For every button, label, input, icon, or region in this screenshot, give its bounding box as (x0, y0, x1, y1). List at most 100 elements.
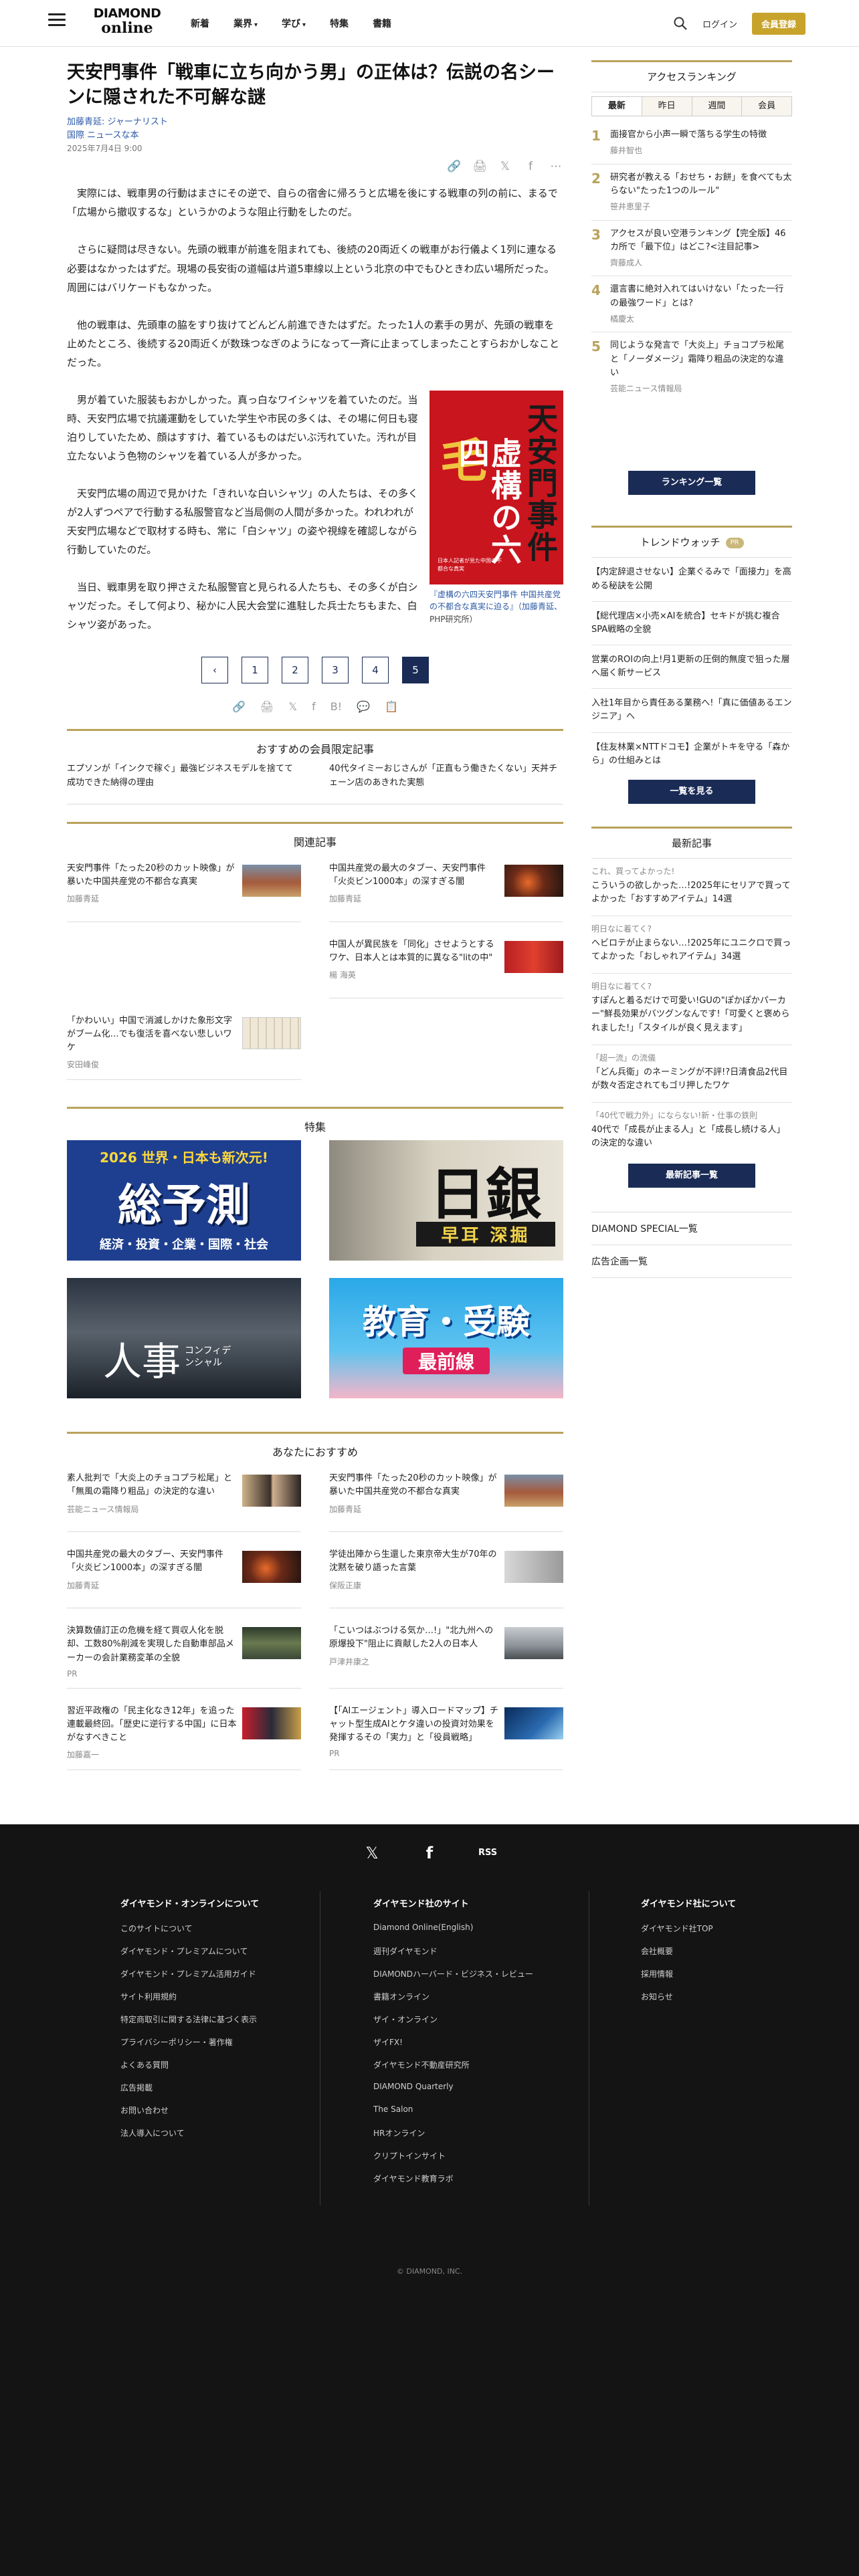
ranking-item[interactable]: 5 同じような発言で「大炎上」チョコプラ松尾と「ノーダメージ」霜降り粗品の決定的な… (591, 332, 792, 401)
related-card[interactable]: 中国人が異民族を「同化」させようとするワケ、日本人とは本質的に異なる"litの中… (329, 932, 563, 998)
trend-item[interactable]: 【内定辞退させない】企業ぐるみで「面接力」を高める秘訣を公開 (591, 558, 792, 602)
recommend-card[interactable]: 習近平政権の「民主化なき12年」を追った連載最終回。「歴史に逆行する中国」に日本… (67, 1698, 301, 1771)
page-5-button-current[interactable]: 5 (402, 657, 429, 684)
footer-link[interactable]: クリプトインサイト (373, 2150, 574, 2173)
trend-item[interactable]: 【住友林業×NTTドコモ】企業がトキを守る「森から」の仕組みとは (591, 733, 792, 776)
line-share-icon[interactable]: 💬 (357, 700, 370, 713)
print-icon[interactable]: 🖨 (472, 159, 487, 174)
book-cover-image[interactable]: 毛 虚構の六四 天安門事件 日本人記者が見た中国の不都合な真実 (430, 390, 563, 584)
footer-link[interactable]: 広告掲載 (120, 2082, 294, 2105)
facebook-share-icon[interactable]: f (523, 159, 538, 174)
ranking-item[interactable]: 3 アクセスが良い空港ランキング【完全版】46カ所で「最下位」はどこ?<注目記事>… (591, 221, 792, 277)
trend-item[interactable]: 【総代理店×小売×AIを統合】セキドが挑む複合SPA戦略の全貌 (591, 602, 792, 645)
recommend-card[interactable]: 学徒出陣から生還した東京帝大生が70年の沈黙を破り語った言葉 保阪正康 (329, 1541, 563, 1609)
latest-item[interactable]: 明日なに着てく? ヘビロテが止まらない…!2025年にユニクロで買ってよかった「お… (591, 916, 792, 974)
join-button[interactable]: 会員登録 (751, 12, 805, 35)
page-2-button[interactable]: 2 (282, 657, 308, 684)
footer-link[interactable]: ダイヤモンド・プレミアムについて (120, 1945, 294, 1968)
footer-link[interactable]: ダイヤモンド・プレミアム活用ガイド (120, 1968, 294, 1991)
footer-link[interactable]: The Salon (373, 2105, 574, 2127)
hatena-bookmark-icon[interactable]: B! (330, 700, 342, 713)
link-copy-icon[interactable]: 🔗 (232, 700, 246, 713)
footer-link[interactable]: ザイ・オンライン (373, 2014, 574, 2036)
latest-item[interactable]: 明日なに着てく? すぽんと着るだけで可愛い!GUの"ぽかぽかパーカー"鮮長効果がバ… (591, 974, 792, 1045)
trend-item[interactable]: 営業のROIの向上!月1更新の圧倒的無度で狙った層へ届く新サービス (591, 645, 792, 689)
nav-books[interactable]: 書籍 (373, 17, 391, 30)
footer-link[interactable]: このサイトについて (120, 1923, 294, 1945)
feature-banner-education[interactable]: 教育・受験 最前線 (329, 1278, 563, 1399)
tab-weekly[interactable]: 週間 (692, 97, 743, 116)
recommend-card[interactable]: 【「AIエージェント」導入ロードマップ】チャット型生成AIとケタ違いの投資対効果… (329, 1698, 563, 1771)
rss-icon[interactable]: RSS (478, 1844, 497, 1862)
trend-item[interactable]: 入社1年目から責任ある業務へ!「真に価値あるエンジニア」へ (591, 689, 792, 733)
recommend-card[interactable]: 天安門事件「たった20秒のカット映像」が暴いた中国共産党の不都合な真実 加藤青延 (329, 1465, 563, 1533)
footer-link[interactable]: 会社概要 (641, 1945, 801, 1968)
page-3-button[interactable]: 3 (322, 657, 349, 684)
author-link[interactable]: 加藤青延: ジャーナリスト (67, 116, 563, 129)
ranking-list-button[interactable]: ランキング一覧 (628, 471, 755, 496)
facebook-share-icon[interactable]: f (312, 700, 316, 713)
ad-plan-link[interactable]: 広告企画一覧 (591, 1245, 792, 1279)
more-share-icon[interactable]: ⋯ (549, 159, 563, 174)
nav-industry[interactable]: 業界 ▾ (233, 17, 258, 30)
members-item[interactable]: 40代タイミーおじさんが「正直もう働きたくない」天丼チェーン店のあきれた実態 (329, 762, 563, 790)
x-share-icon[interactable]: 𝕏 (498, 159, 512, 174)
members-item[interactable]: エプソンが「インクで稼ぐ」最強ビジネスモデルを捨てて成功できた納得の理由 (67, 762, 301, 790)
recommend-card[interactable]: 「こいつはぶつける気か…!」"北九州への原爆投下"阻止に貢献した2人の日本人 戸津… (329, 1618, 563, 1689)
nav-learning[interactable]: 学び ▾ (282, 17, 306, 30)
login-link[interactable]: ログイン (702, 17, 737, 30)
footer-link[interactable]: 特定商取引に関する法律に基づく表示 (120, 2014, 294, 2036)
footer-link[interactable]: ダイヤモンド教育ラボ (373, 2173, 574, 2195)
search-icon[interactable] (673, 16, 688, 31)
nav-new[interactable]: 新着 (191, 17, 209, 30)
related-card[interactable]: 「かわいい」中国で消滅しかけた象形文字がブーム化…でも復活を喜べない悲しいワケ安… (67, 1008, 301, 1081)
footer-link[interactable]: サイト利用規約 (120, 1991, 294, 2014)
footer-link[interactable]: DIAMONDハーバード・ビジネス・レビュー (373, 1968, 574, 1991)
diamond-special-link[interactable]: DIAMOND SPECIAL一覧 (591, 1212, 792, 1246)
footer-link[interactable]: お知らせ (641, 1991, 801, 2014)
pagination-prev-button[interactable]: ‹ (201, 657, 228, 684)
recommend-card[interactable]: 中国共産党の最大のタブー、天安門事件「火炎ビン1000本」の深すぎる闇 加藤青延 (67, 1541, 301, 1609)
menu-icon[interactable] (48, 13, 66, 27)
ranking-item[interactable]: 2 研究者が教える「おせち・お餅」を食べても太らない"たった1つのルール" 笹井恵里… (591, 165, 792, 221)
footer-link[interactable]: 採用情報 (641, 1968, 801, 1991)
related-card[interactable]: 天安門事件「たった20秒のカット映像」が暴いた中国共産党の不都合な真実 加藤青延 (67, 855, 301, 922)
recommend-card[interactable]: 決算数値訂正の危機を経て買収人化を脱却、工数80%削減を実現した自動車部品メーカ… (67, 1618, 301, 1689)
feature-banner-boj[interactable]: 日銀 早耳 深掘 (329, 1140, 563, 1261)
footer-link[interactable]: HRオンライン (373, 2127, 574, 2150)
book-caption[interactable]: 『虚構の六四天安門事件 中国共産党の不都合な真実に迫る』（加藤青延、 PHP研究所… (430, 588, 563, 626)
clipboard-icon[interactable]: 📋 (385, 700, 398, 713)
latest-item[interactable]: 「40代で戦力外」にならない!新・仕事の鉄則 40代で「成長が止まる人」と「成長し… (591, 1103, 792, 1160)
x-icon[interactable]: 𝕏 (363, 1844, 381, 1862)
ranking-item[interactable]: 4 還言書に絶対入れてはいけない「たった一行の最強ワード」とは? 橘慶太 (591, 276, 792, 333)
print-icon[interactable]: 🖨 (260, 700, 274, 713)
trend-list-button[interactable]: 一覧を見る (628, 779, 755, 804)
footer-link[interactable]: DIAMOND Quarterly (373, 2082, 574, 2105)
ranking-item[interactable]: 1 面接官から小声一瞬で落ちる学生の特徴 藤井智也 (591, 122, 792, 165)
x-share-icon[interactable]: 𝕏 (288, 700, 297, 713)
tab-yesterday[interactable]: 昨日 (642, 97, 692, 116)
facebook-icon[interactable]: f (421, 1844, 438, 1862)
latest-list-button[interactable]: 最新記事一覧 (628, 1164, 755, 1188)
footer-link[interactable]: 週刊ダイヤモンド (373, 1945, 574, 1968)
nav-feature[interactable]: 特集 (330, 17, 349, 30)
tab-members[interactable]: 会員 (742, 97, 791, 116)
tab-latest[interactable]: 最新 (592, 97, 642, 116)
footer-link[interactable]: プライバシーポリシー・著作権 (120, 2036, 294, 2059)
recommend-card[interactable]: 素人批判で「大炎上のチョコプラ松尾」と「無風の霜降り粗品」の決定的な違い 芸能ニュ… (67, 1465, 301, 1533)
feature-banner-personnel[interactable]: 人事 コンフィデンシャル (67, 1278, 301, 1399)
footer-link[interactable]: 書籍オンライン (373, 1991, 574, 2014)
category-link[interactable]: 国際 ニュースな本 (67, 129, 563, 142)
page-1-button[interactable]: 1 (242, 657, 268, 684)
footer-link[interactable]: ダイヤモンド社TOP (641, 1923, 801, 1945)
site-logo[interactable]: DIAMOND online (90, 7, 164, 36)
latest-item[interactable]: これ、買ってよかった! こういうの欲しかった…!2025年にセリアで買ってよかった… (591, 859, 792, 917)
footer-link[interactable]: Diamond Online(English) (373, 1923, 574, 1945)
footer-link[interactable]: よくある質問 (120, 2059, 294, 2082)
link-copy-icon[interactable]: 🔗 (447, 159, 462, 174)
latest-item[interactable]: 「超一流」の流儀 「どん兵衛」のネーミングが不評!?日清食品2代目が数々否定されて… (591, 1045, 792, 1103)
feature-banner-forecast[interactable]: 2026 世界・日本も新次元! 総予測 経済・投資・企業・国際・社会 (67, 1140, 301, 1261)
page-4-button[interactable]: 4 (362, 657, 389, 684)
footer-link[interactable]: ダイヤモンド不動産研究所 (373, 2059, 574, 2082)
related-card[interactable]: 中国共産党の最大のタブー、天安門事件「火炎ビン1000本」の深すぎる闇 加藤青延 (329, 855, 563, 922)
